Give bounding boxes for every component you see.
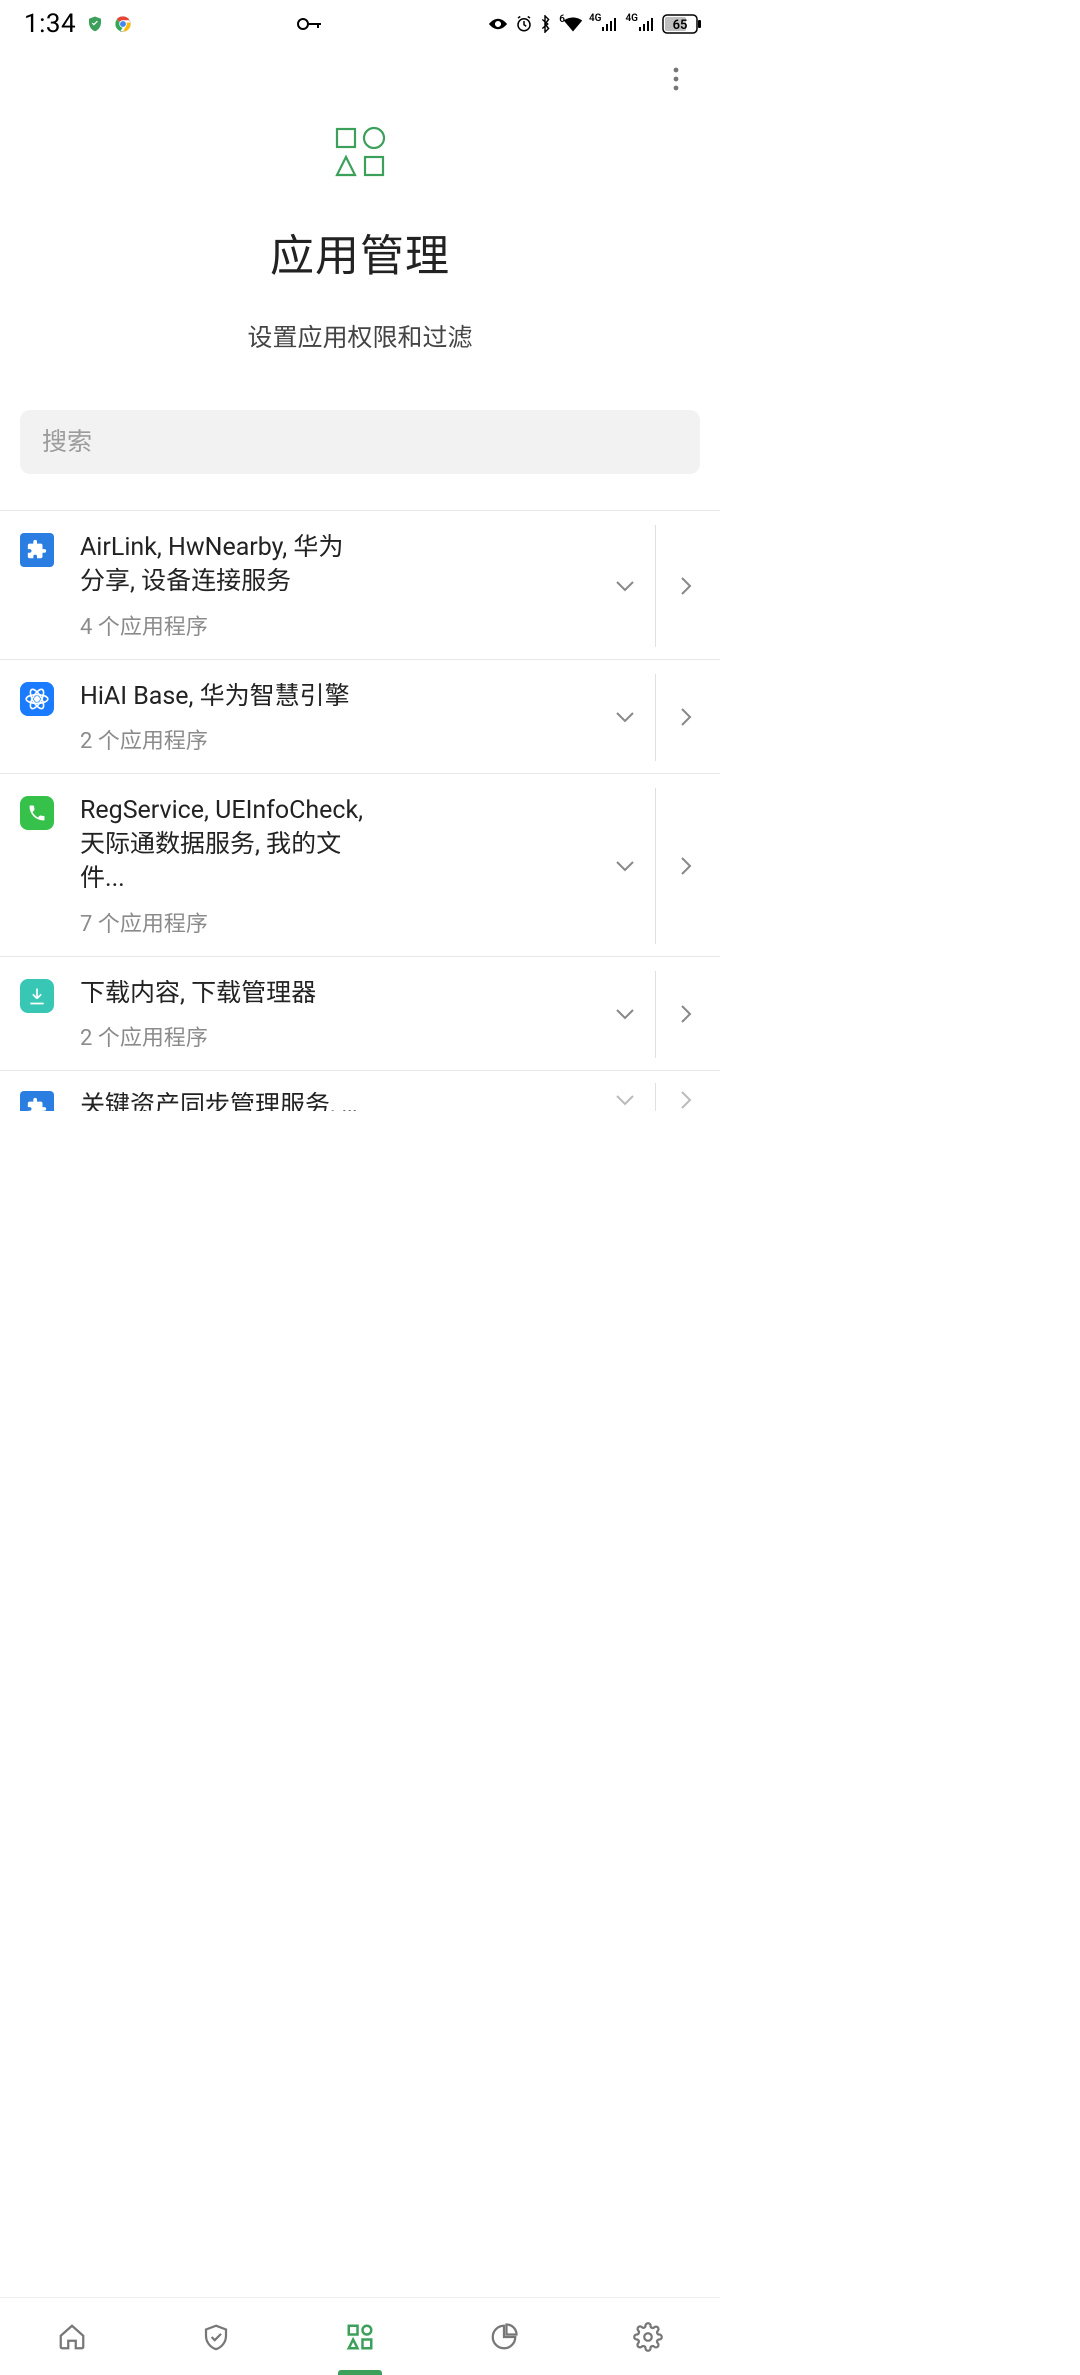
app-bar xyxy=(0,48,720,110)
group-title: RegService, UEInfoCheck, 天际通数据服务, 我的文件..… xyxy=(80,794,365,895)
nav-shield[interactable] xyxy=(144,2298,288,2375)
group-sub: 2 个应用程序 xyxy=(80,1020,585,1052)
enter-button[interactable] xyxy=(664,992,708,1036)
separator xyxy=(655,525,656,647)
enter-button[interactable] xyxy=(664,844,708,888)
group-text: 下载内容, 下载管理器 2 个应用程序 xyxy=(54,977,603,1053)
status-bar-center xyxy=(132,17,487,31)
group-title: HiAI Base, 华为智慧引擎 xyxy=(80,680,365,714)
nav-home[interactable] xyxy=(0,2298,144,2375)
phone-icon xyxy=(20,796,54,830)
row-actions xyxy=(603,680,708,756)
more-vert-icon xyxy=(673,67,679,91)
separator xyxy=(655,1083,656,1111)
signal-sim1-icon: 4G xyxy=(589,17,620,31)
chevron-down-icon xyxy=(614,579,636,593)
chevron-right-icon xyxy=(680,856,692,876)
nav-settings[interactable] xyxy=(576,2298,720,2375)
eye-icon xyxy=(487,17,509,31)
page-title: 应用管理 xyxy=(270,220,450,284)
search-field[interactable] xyxy=(20,410,700,474)
bottom-nav xyxy=(0,2297,720,2375)
status-bar: 1:34 6 4G 4G 65 xyxy=(0,0,720,48)
status-bar-left: 1:34 xyxy=(24,9,132,39)
header: 应用管理 设置应用权限和过滤 xyxy=(0,110,720,410)
status-bar-right: 6 4G 4G 65 xyxy=(487,14,702,34)
app-group-row[interactable]: HiAI Base, 华为智慧引擎 2 个应用程序 xyxy=(0,660,720,775)
expand-button[interactable] xyxy=(603,564,647,608)
group-text: HiAI Base, 华为智慧引擎 2 个应用程序 xyxy=(54,680,603,756)
search-wrap xyxy=(0,410,720,510)
row-actions xyxy=(603,977,708,1053)
enter-button[interactable] xyxy=(664,564,708,608)
wifi-icon: 6 xyxy=(557,16,583,32)
nav-stats[interactable] xyxy=(432,2298,576,2375)
expand-button[interactable] xyxy=(603,844,647,888)
group-sub: 2 个应用程序 xyxy=(80,723,585,755)
home-icon xyxy=(57,2322,87,2352)
atom-icon xyxy=(20,682,54,716)
chevron-down-icon xyxy=(614,859,636,873)
puzzle-icon xyxy=(20,533,54,567)
separator xyxy=(655,788,656,943)
signal-sim2-icon: 4G xyxy=(625,17,656,31)
app-group-row[interactable]: AirLink, HwNearby, 华为分享, 设备连接服务 4 个应用程序 xyxy=(0,510,720,660)
pie-chart-icon xyxy=(489,2322,519,2352)
nav-active-indicator xyxy=(338,2370,382,2375)
row-actions xyxy=(603,1089,708,1111)
row-actions xyxy=(603,794,708,937)
app-group-row[interactable]: 下载内容, 下载管理器 2 个应用程序 xyxy=(0,957,720,1072)
search-input[interactable] xyxy=(42,428,678,457)
separator xyxy=(655,971,656,1059)
group-text: RegService, UEInfoCheck, 天际通数据服务, 我的文件..… xyxy=(54,794,603,937)
chrome-icon xyxy=(114,15,132,33)
nav-apps[interactable] xyxy=(288,2298,432,2375)
bluetooth-icon xyxy=(539,15,551,33)
chevron-right-icon xyxy=(680,576,692,596)
key-icon xyxy=(297,17,323,31)
page-subtitle: 设置应用权限和过滤 xyxy=(247,318,472,354)
enter-button[interactable] xyxy=(664,695,708,739)
battery-icon: 65 xyxy=(662,14,702,34)
group-text: 关键资产同步管理服务, 安 xyxy=(54,1089,603,1111)
chevron-down-icon xyxy=(614,1093,636,1107)
group-sub: 7 个应用程序 xyxy=(80,906,585,938)
group-title: AirLink, HwNearby, 华为分享, 设备连接服务 xyxy=(80,531,365,599)
group-sub: 4 个应用程序 xyxy=(80,609,585,641)
shield-check-icon xyxy=(86,15,104,33)
row-actions xyxy=(603,531,708,641)
gear-icon xyxy=(633,2322,663,2352)
expand-button[interactable] xyxy=(603,1078,647,1111)
app-group-row[interactable]: RegService, UEInfoCheck, 天际通数据服务, 我的文件..… xyxy=(0,774,720,956)
group-text: AirLink, HwNearby, 华为分享, 设备连接服务 4 个应用程序 xyxy=(54,531,603,641)
group-title: 下载内容, 下载管理器 xyxy=(80,977,365,1011)
expand-button[interactable] xyxy=(603,992,647,1036)
expand-button[interactable] xyxy=(603,695,647,739)
overflow-menu-button[interactable] xyxy=(654,57,698,101)
chevron-right-icon xyxy=(680,1004,692,1024)
chevron-down-icon xyxy=(614,1007,636,1021)
shield-icon xyxy=(201,2322,231,2352)
download-icon xyxy=(20,979,54,1013)
app-list: AirLink, HwNearby, 华为分享, 设备连接服务 4 个应用程序 … xyxy=(0,510,720,1111)
puzzle-icon xyxy=(20,1091,54,1111)
chevron-right-icon xyxy=(680,707,692,727)
apps-shapes-icon xyxy=(345,2322,375,2352)
app-mgmt-shapes-icon xyxy=(332,124,388,184)
app-group-row[interactable]: 关键资产同步管理服务, 安 xyxy=(0,1071,720,1111)
group-title: 关键资产同步管理服务, 安 xyxy=(80,1089,360,1111)
status-time: 1:34 xyxy=(24,9,76,39)
chevron-down-icon xyxy=(614,710,636,724)
chevron-right-icon xyxy=(680,1090,692,1110)
separator xyxy=(655,674,656,762)
alarm-icon xyxy=(515,15,533,33)
enter-button[interactable] xyxy=(664,1078,708,1111)
battery-text: 65 xyxy=(673,18,688,33)
